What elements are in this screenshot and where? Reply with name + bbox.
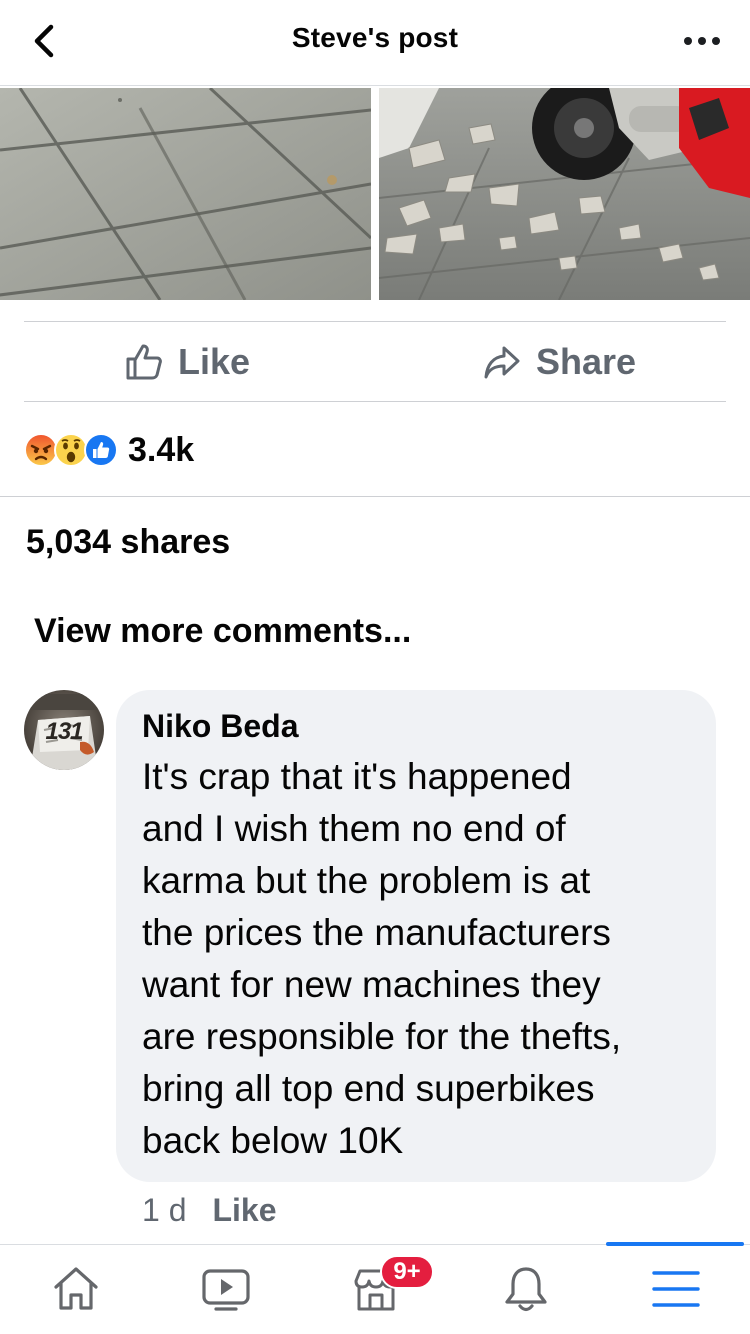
tab-home[interactable] xyxy=(0,1245,150,1334)
notifications-icon xyxy=(505,1267,547,1312)
divider xyxy=(24,321,726,322)
reactions-summary[interactable]: 3.4k xyxy=(24,428,194,472)
floor-tiles-photo[interactable] xyxy=(0,88,371,300)
comment-bubble[interactable]: Niko Beda It's crap that it's happened a… xyxy=(116,690,716,1182)
like-button[interactable]: Like xyxy=(124,334,250,390)
avatar[interactable]: 131 xyxy=(24,690,104,770)
reaction-count: 3.4k xyxy=(128,430,195,469)
shares-count[interactable]: 5,034 shares xyxy=(26,523,230,562)
more-horizontal-icon xyxy=(684,37,720,45)
comment-text: It's crap that it's happened and I wish … xyxy=(142,756,622,1161)
comment-like-button[interactable]: Like xyxy=(212,1192,276,1229)
more-options-button[interactable] xyxy=(680,26,724,56)
like-reaction-icon xyxy=(84,433,118,467)
tab-watch[interactable] xyxy=(150,1245,300,1334)
divider xyxy=(24,401,726,402)
home-icon xyxy=(54,1267,98,1310)
comment-author[interactable]: Niko Beda xyxy=(142,708,692,745)
divider xyxy=(0,496,750,497)
broken-tiles-motorcycle-photo[interactable] xyxy=(379,88,750,300)
avatar-number: 131 xyxy=(45,718,83,745)
marketplace-badge: 9+ xyxy=(380,1255,434,1289)
page-title: Steve's post xyxy=(291,22,459,53)
bottom-tab-bar: 9+ xyxy=(0,1242,750,1334)
wow-reaction-icon xyxy=(54,433,88,467)
share-button[interactable]: Share xyxy=(482,334,636,390)
angry-reaction-icon xyxy=(24,433,58,467)
watch-icon xyxy=(202,1269,250,1311)
reaction-icons xyxy=(24,430,124,470)
like-label: Like xyxy=(178,341,251,382)
view-more-comments-link[interactable]: View more comments... xyxy=(34,612,411,651)
post-photos xyxy=(0,88,750,302)
tab-notifications[interactable] xyxy=(450,1245,600,1334)
menu-icon xyxy=(652,1271,700,1307)
thumbs-up-icon xyxy=(126,344,162,380)
comment-meta: 1 d Like xyxy=(142,1188,277,1232)
share-arrow-icon xyxy=(484,346,520,379)
share-label: Share xyxy=(536,341,637,382)
tab-menu[interactable] xyxy=(600,1245,750,1334)
comment-timestamp: 1 d xyxy=(142,1191,187,1228)
top-bar: Steve's post xyxy=(0,0,750,86)
